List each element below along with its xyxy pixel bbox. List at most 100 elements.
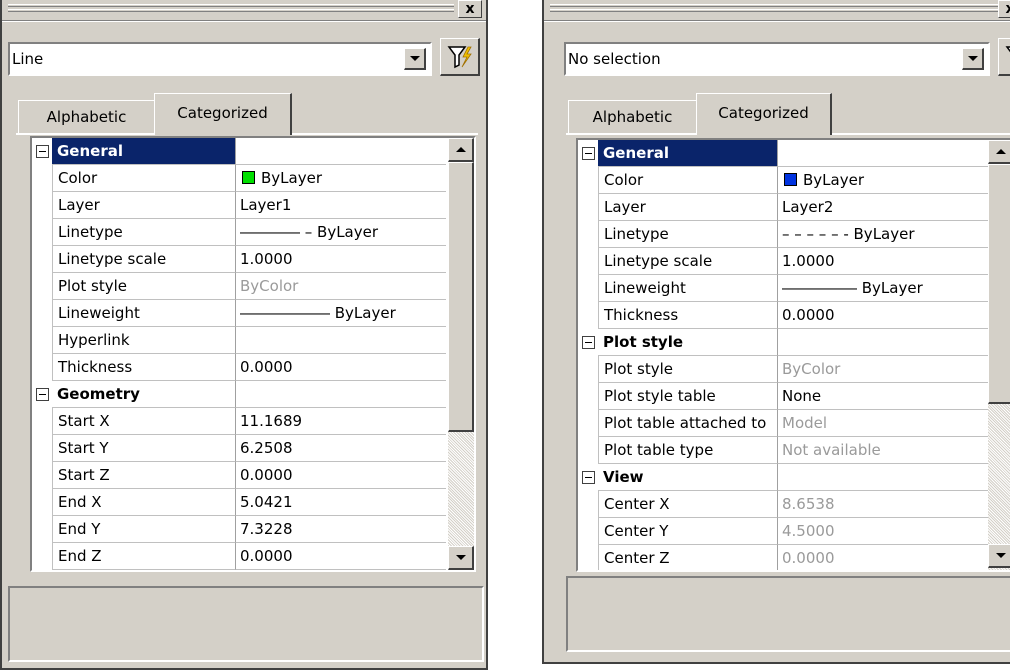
property-value[interactable]: Layer1 bbox=[236, 192, 446, 219]
property-value[interactable] bbox=[236, 327, 446, 354]
property-row[interactable]: Lineweight ―――――― ByLayer bbox=[32, 300, 446, 327]
property-row[interactable]: Plot style table None bbox=[578, 383, 988, 410]
property-row[interactable]: Linetype ―――― – ByLayer bbox=[32, 219, 446, 246]
tab-categorized[interactable]: Categorized bbox=[696, 93, 832, 135]
property-value[interactable]: ――――― ByLayer bbox=[778, 275, 988, 302]
property-value[interactable]: 1.0000 bbox=[236, 246, 446, 273]
close-button[interactable]: x bbox=[998, 0, 1010, 18]
row-gutter bbox=[578, 194, 598, 221]
property-value[interactable]: ByLayer bbox=[236, 165, 446, 192]
property-row[interactable]: Linetype – – – – – - ByLayer bbox=[578, 221, 988, 248]
scroll-up-icon[interactable] bbox=[988, 140, 1010, 164]
row-gutter bbox=[32, 462, 52, 489]
property-row[interactable]: Plot style ByColor bbox=[32, 273, 446, 300]
dropdown-arrow-icon[interactable] bbox=[962, 48, 984, 70]
property-row[interactable]: Hyperlink bbox=[32, 327, 446, 354]
property-row[interactable]: Plot style ByColor bbox=[578, 356, 988, 383]
category-row[interactable]: View bbox=[578, 464, 988, 491]
property-row[interactable]: Linetype scale 1.0000 bbox=[32, 246, 446, 273]
row-gutter bbox=[578, 545, 598, 570]
collapse-icon[interactable] bbox=[582, 336, 595, 349]
scroll-down-icon[interactable] bbox=[448, 546, 474, 570]
property-name: General bbox=[52, 138, 236, 165]
property-row[interactable]: Thickness 0.0000 bbox=[32, 354, 446, 381]
property-value[interactable]: 4.5000 bbox=[778, 518, 988, 545]
property-row[interactable]: Layer Layer2 bbox=[578, 194, 988, 221]
property-value[interactable]: None bbox=[778, 383, 988, 410]
property-value[interactable]: 8.6538 bbox=[778, 491, 988, 518]
row-gutter bbox=[578, 275, 598, 302]
property-row[interactable]: Color ByLayer bbox=[578, 167, 988, 194]
row-gutter bbox=[578, 356, 598, 383]
category-row[interactable]: Plot style bbox=[578, 329, 988, 356]
row-gutter bbox=[32, 516, 52, 543]
vertical-scrollbar[interactable] bbox=[448, 138, 474, 570]
property-value[interactable]: 0.0000 bbox=[236, 462, 446, 489]
property-value[interactable]: ―――― – ByLayer bbox=[236, 219, 446, 246]
collapse-icon[interactable] bbox=[582, 471, 595, 484]
property-value[interactable]: 5.0421 bbox=[236, 489, 446, 516]
property-value[interactable]: Layer2 bbox=[778, 194, 988, 221]
scroll-up-icon[interactable] bbox=[448, 138, 474, 162]
property-value[interactable]: 7.3228 bbox=[236, 516, 446, 543]
property-row[interactable]: Center Y 4.5000 bbox=[578, 518, 988, 545]
quick-select-button[interactable] bbox=[998, 38, 1010, 76]
property-name: Lineweight bbox=[52, 300, 236, 327]
tab-alphabetic[interactable]: Alphabetic bbox=[568, 100, 698, 134]
palette-grip[interactable] bbox=[8, 4, 454, 14]
property-value[interactable]: 6.2508 bbox=[236, 435, 446, 462]
property-row[interactable]: End X 5.0421 bbox=[32, 489, 446, 516]
row-gutter bbox=[578, 302, 598, 329]
scroll-down-icon[interactable] bbox=[988, 544, 1010, 568]
tab-alphabetic[interactable]: Alphabetic bbox=[18, 100, 156, 134]
selection-value: No selection bbox=[568, 50, 661, 68]
row-gutter bbox=[32, 246, 52, 273]
collapse-icon[interactable] bbox=[36, 388, 49, 401]
palette-grip[interactable] bbox=[550, 4, 1002, 14]
property-value[interactable]: ByColor bbox=[778, 356, 988, 383]
property-row[interactable]: End Y 7.3228 bbox=[32, 516, 446, 543]
property-value[interactable]: – – – – – - ByLayer bbox=[778, 221, 988, 248]
category-row[interactable]: General bbox=[578, 140, 988, 167]
property-value[interactable]: Model bbox=[778, 410, 988, 437]
property-row[interactable]: Color ByLayer bbox=[32, 165, 446, 192]
collapse-icon[interactable] bbox=[582, 147, 595, 160]
property-value[interactable]: 0.0000 bbox=[778, 545, 988, 570]
close-button[interactable]: x bbox=[458, 0, 482, 18]
property-row[interactable]: Plot table attached to Model bbox=[578, 410, 988, 437]
property-row[interactable]: Center Z 0.0000 bbox=[578, 545, 988, 570]
property-row[interactable]: Lineweight ――――― ByLayer bbox=[578, 275, 988, 302]
property-value[interactable]: 0.0000 bbox=[236, 543, 446, 570]
property-row[interactable]: Layer Layer1 bbox=[32, 192, 446, 219]
property-value[interactable]: 1.0000 bbox=[778, 248, 988, 275]
property-row[interactable]: Start Z 0.0000 bbox=[32, 462, 446, 489]
scrollbar-thumb[interactable] bbox=[988, 164, 1010, 404]
category-row[interactable]: Geometry bbox=[32, 381, 446, 408]
property-value[interactable]: ByLayer bbox=[778, 167, 988, 194]
property-row[interactable]: Linetype scale 1.0000 bbox=[578, 248, 988, 275]
selection-dropdown[interactable]: No selection bbox=[564, 42, 990, 76]
dropdown-arrow-icon[interactable] bbox=[404, 48, 426, 70]
property-value[interactable]: ByColor bbox=[236, 273, 446, 300]
selection-dropdown[interactable]: Line bbox=[8, 42, 432, 76]
property-row[interactable]: Start Y 6.2508 bbox=[32, 435, 446, 462]
property-value[interactable]: 11.1689 bbox=[236, 408, 446, 435]
row-gutter bbox=[32, 489, 52, 516]
property-value[interactable]: ―――――― ByLayer bbox=[236, 300, 446, 327]
property-row[interactable]: Plot table type Not available bbox=[578, 437, 988, 464]
property-row[interactable]: Center X 8.6538 bbox=[578, 491, 988, 518]
property-row[interactable]: End Z 0.0000 bbox=[32, 543, 446, 570]
property-value[interactable]: 0.0000 bbox=[778, 302, 988, 329]
property-value[interactable]: 0.0000 bbox=[236, 354, 446, 381]
scrollbar-thumb[interactable] bbox=[448, 162, 474, 432]
category-row[interactable]: General bbox=[32, 138, 446, 165]
property-row[interactable]: Start X 11.1689 bbox=[32, 408, 446, 435]
property-row[interactable]: Thickness 0.0000 bbox=[578, 302, 988, 329]
tab-categorized[interactable]: Categorized bbox=[154, 93, 292, 135]
row-gutter bbox=[32, 192, 52, 219]
collapse-icon[interactable] bbox=[36, 145, 49, 158]
property-value[interactable]: Not available bbox=[778, 437, 988, 464]
quick-select-button[interactable] bbox=[440, 38, 480, 76]
vertical-scrollbar[interactable] bbox=[988, 140, 1010, 570]
property-grid: General Color ByLayer Layer Layer1 Linetype ――… bbox=[30, 136, 476, 572]
